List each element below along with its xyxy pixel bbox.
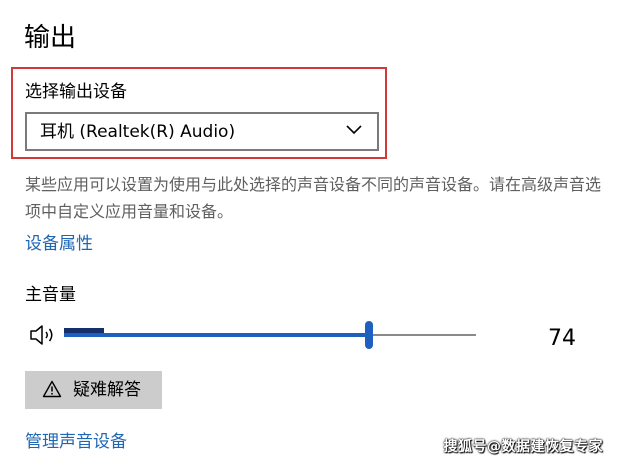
master-volume-slider[interactable] [64,318,476,352]
speaker-icon[interactable] [29,323,57,347]
warning-icon [42,380,62,398]
output-device-label: 选择输出设备 [25,82,127,102]
chevron-down-icon [346,125,362,135]
troubleshoot-label: 疑难解答 [73,380,141,400]
slider-thumb[interactable] [365,321,373,349]
troubleshoot-button[interactable]: 疑难解答 [25,371,162,409]
output-description: 某些应用可以设置为使用与此处选择的声音设备不同的声音设备。请在高级声音选项中自定… [25,175,602,221]
section-title: 输出 [24,23,77,53]
output-device-select[interactable]: 耳机 (Realtek(R) Audio) [25,112,379,151]
watermark: 搜狐号@数据建恢复专家 [443,439,603,455]
master-volume-value: 74 [548,326,576,351]
master-volume-label: 主音量 [25,285,76,305]
output-device-selected-value: 耳机 (Realtek(R) Audio) [40,122,236,142]
volume-peak-meter [64,328,104,333]
device-properties-link[interactable]: 设备属性 [25,232,93,256]
manage-sound-devices-link[interactable]: 管理声音设备 [25,430,127,454]
slider-track-fill [64,333,369,337]
